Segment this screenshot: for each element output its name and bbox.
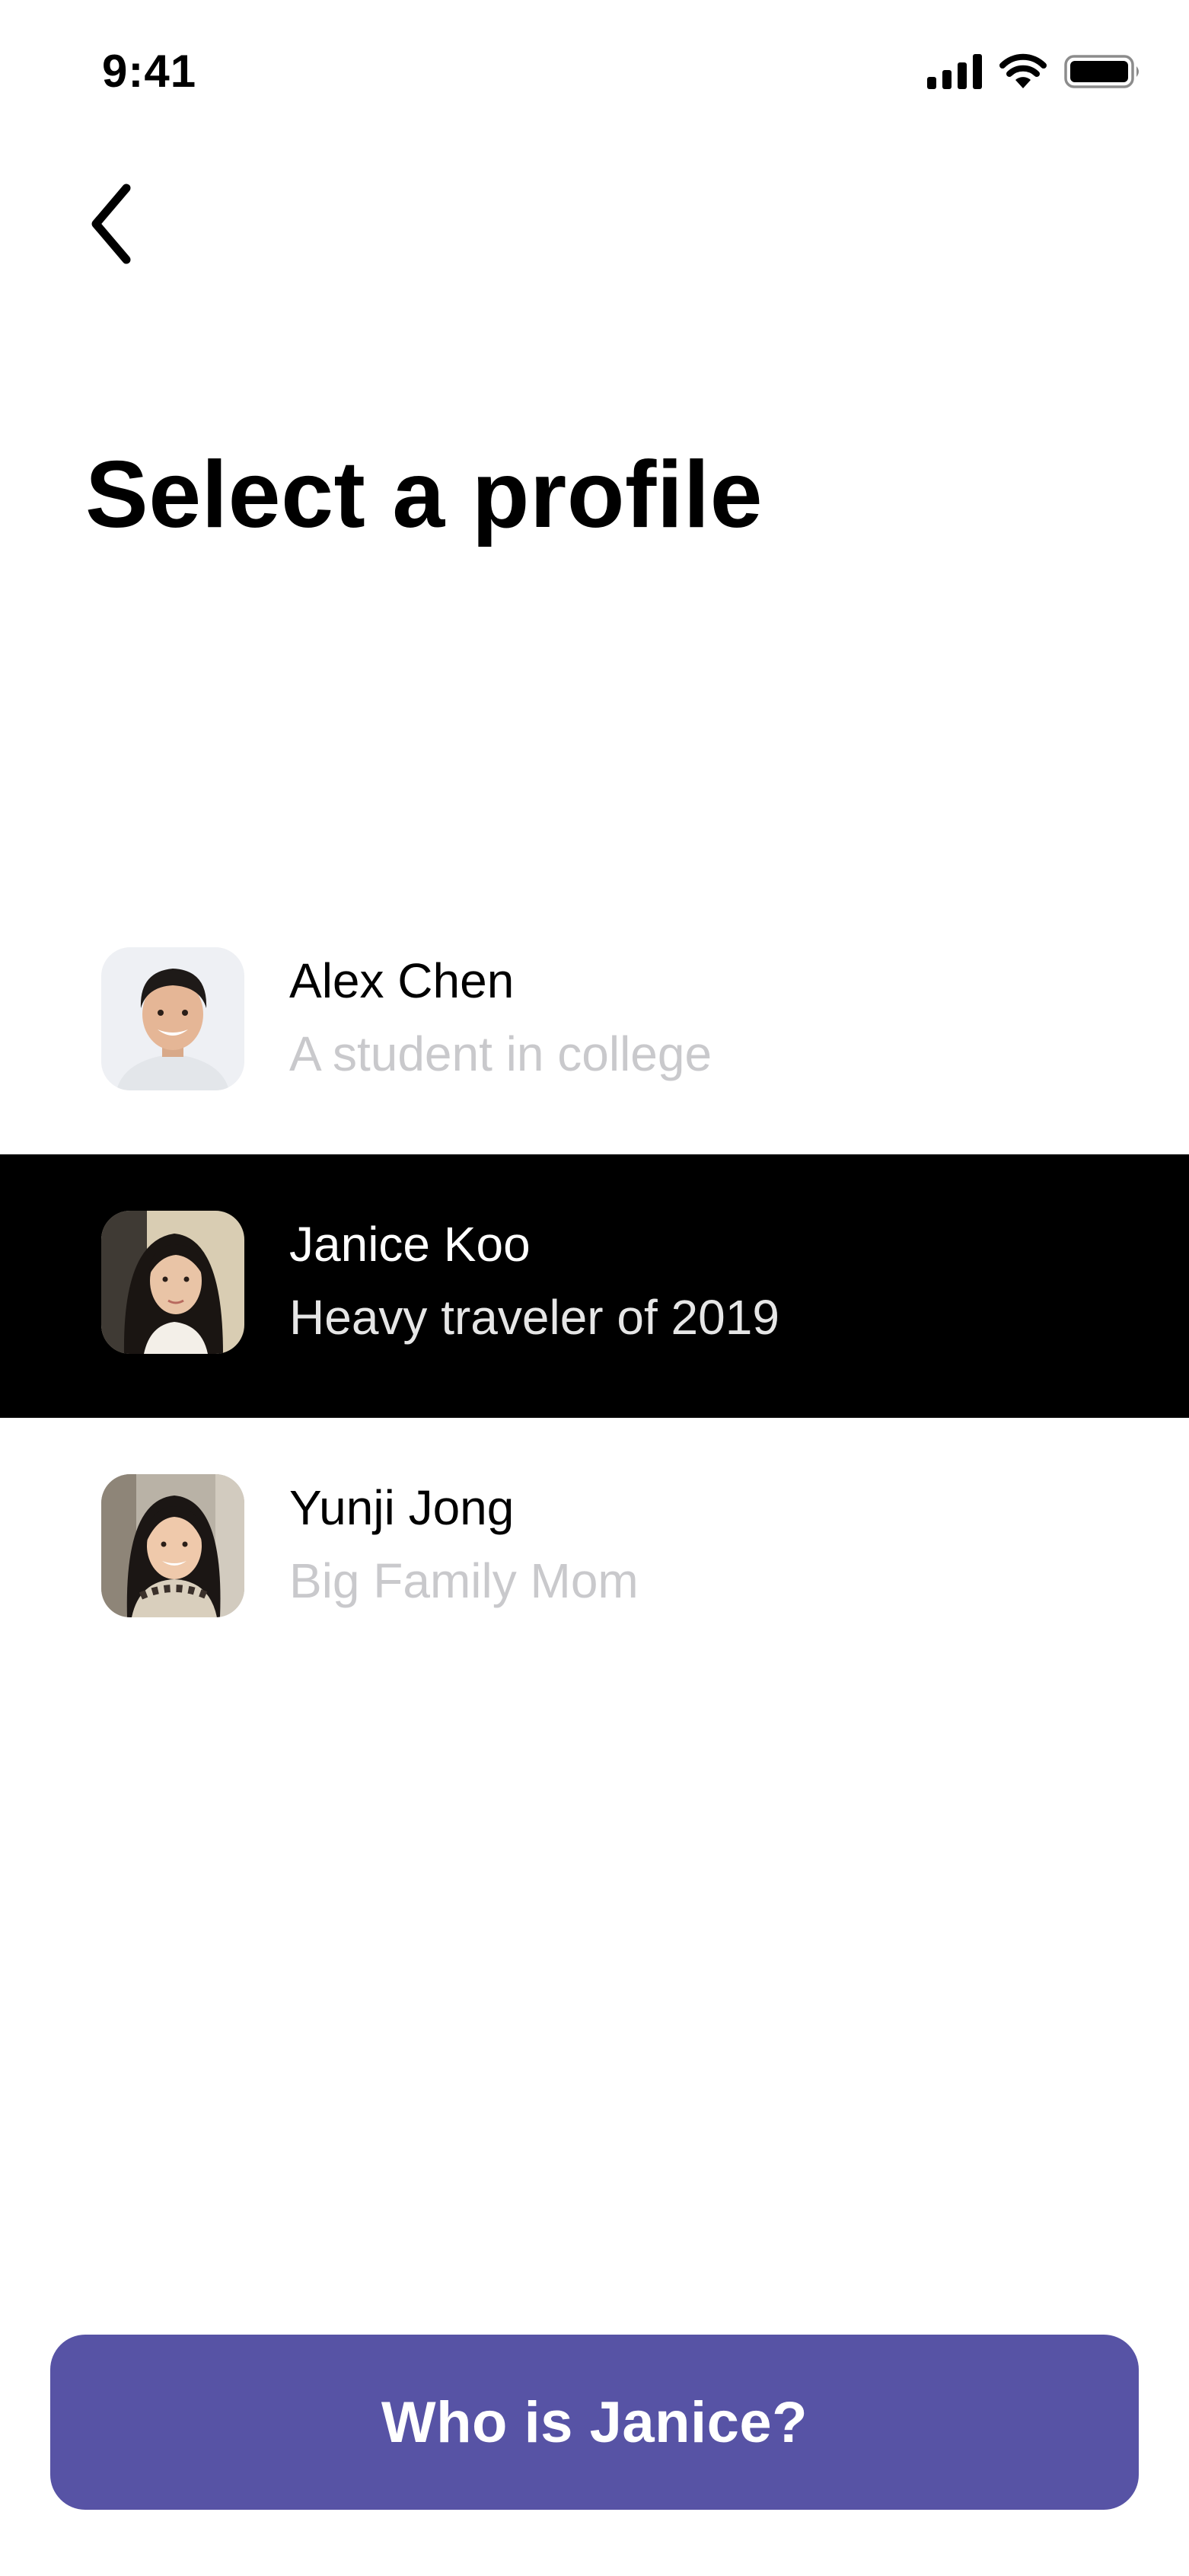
profile-description: Heavy traveler of 2019 bbox=[289, 1290, 779, 1345]
wifi-icon bbox=[999, 53, 1047, 94]
profile-item-yunji-jong[interactable]: Yunji Jong Big Family Mom bbox=[0, 1418, 1189, 1681]
who-is-button[interactable]: Who is Janice? bbox=[50, 2335, 1139, 2510]
page-title: Select a profile bbox=[85, 442, 763, 547]
profile-name: Janice Koo bbox=[289, 1217, 531, 1272]
back-button[interactable] bbox=[73, 180, 149, 271]
profile-text: Janice Koo Heavy traveler of 2019 bbox=[289, 1214, 779, 1348]
profile-list: Alex Chen A student in college Janice Ko… bbox=[0, 891, 1189, 1681]
status-bar: 9:41 bbox=[0, 0, 1189, 145]
profile-item-alex-chen[interactable]: Alex Chen A student in college bbox=[0, 891, 1189, 1154]
profile-name: Yunji Jong bbox=[289, 1480, 515, 1535]
cellular-signal-icon bbox=[927, 53, 982, 93]
profile-description: A student in college bbox=[289, 1026, 712, 1081]
profile-description: Big Family Mom bbox=[289, 1553, 639, 1608]
profile-text: Alex Chen A student in college bbox=[289, 950, 712, 1084]
avatar bbox=[101, 1211, 244, 1354]
avatar bbox=[101, 947, 244, 1090]
profile-text: Yunji Jong Big Family Mom bbox=[289, 1477, 639, 1611]
status-icons bbox=[927, 50, 1142, 96]
battery-icon bbox=[1064, 53, 1142, 94]
status-time: 9:41 bbox=[102, 46, 197, 97]
avatar bbox=[101, 1474, 244, 1617]
profile-item-janice-koo[interactable]: Janice Koo Heavy traveler of 2019 bbox=[0, 1154, 1189, 1418]
profile-name: Alex Chen bbox=[289, 953, 515, 1008]
chevron-left-icon bbox=[88, 182, 134, 270]
